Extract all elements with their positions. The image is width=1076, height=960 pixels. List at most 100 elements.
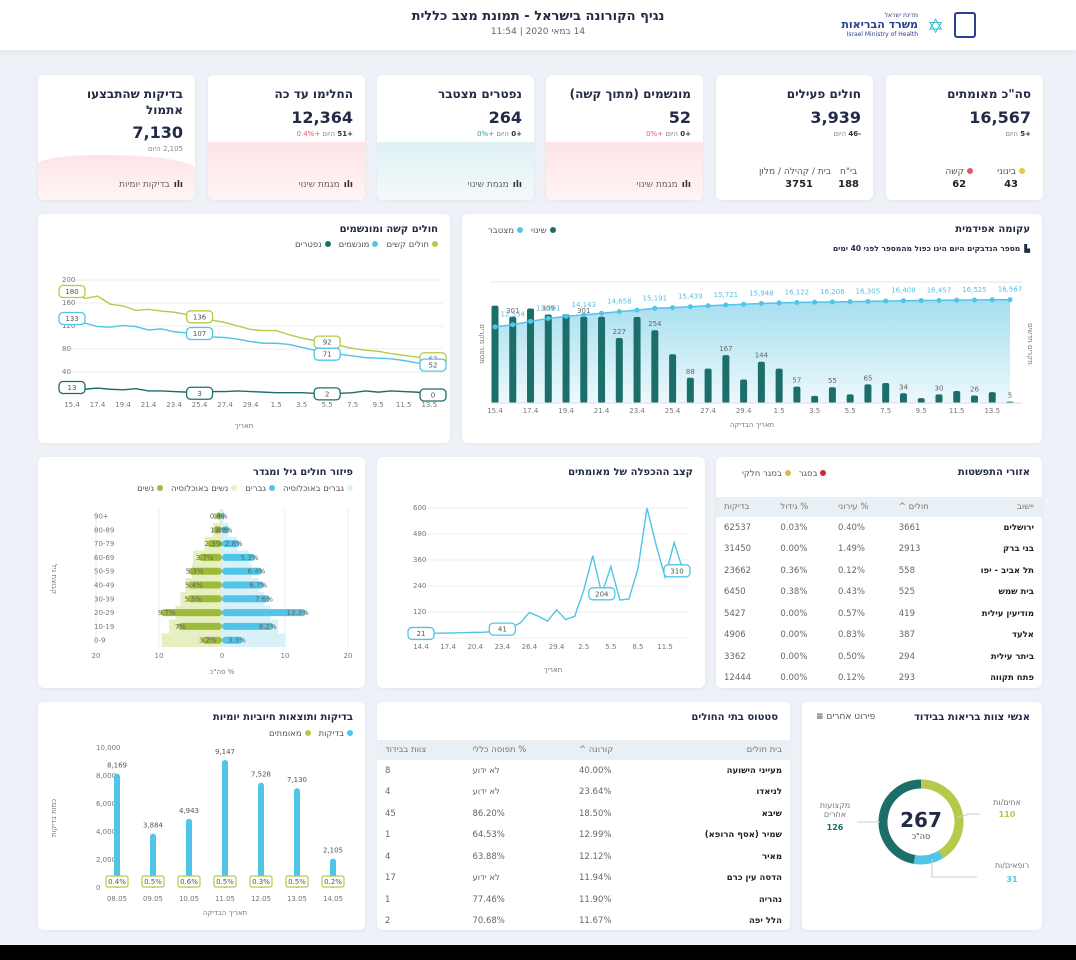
stat-card-tests[interactable]: בדיקות שהתבצעו אתמול 7,130 2,105 היום ıl…: [38, 75, 195, 200]
table-cell: 1: [385, 830, 391, 841]
cumulative-point: [634, 307, 640, 313]
slice-value: 126: [827, 823, 844, 832]
x-tick: 14.4: [413, 643, 429, 651]
header: נגיף הקורונה בישראל - תמונת מצב כללית 14…: [0, 0, 1076, 50]
age-group-label: +90: [94, 513, 109, 521]
stat-change: +0 היום +0%: [477, 130, 522, 138]
table-row[interactable]: בית שמש 525 0.43% 0.38% 6450: [716, 582, 1042, 604]
column-header[interactable]: צוות בבידוד: [377, 740, 465, 760]
x-tick: 19.4: [558, 407, 574, 415]
women-label: 7%: [175, 623, 186, 631]
table-row[interactable]: תל אביב - יפו 558 0.12% 0.36% 23662: [716, 560, 1042, 582]
men-label: 0.4%: [210, 513, 228, 521]
column-header[interactable]: בית חולים: [647, 740, 790, 760]
table-cell: 2913: [898, 544, 921, 555]
x-tick: 17.4: [440, 643, 456, 651]
point-label: 41: [498, 626, 507, 634]
women-label: 3.2%: [199, 637, 217, 645]
table-row[interactable]: נהריה 11.90% 77.46% 1: [377, 889, 790, 911]
trend-link[interactable]: ılıמגמת שינוי: [468, 180, 522, 190]
cumulative-label: 15,191: [643, 294, 668, 302]
stat-value: 264: [488, 108, 522, 127]
stat-card-deceased[interactable]: נפטרים מצטבר 264 +0 היום +0% ılıמגמת שינ…: [377, 75, 534, 200]
trend-link[interactable]: ılıמגמת שינוי: [299, 180, 353, 190]
bar-value-label: 4,943: [179, 807, 199, 815]
stat-card-confirmed[interactable]: סה"כ מאומתים 16,567 +5 היום בינוני 43 קשה…: [886, 75, 1043, 200]
column-header[interactable]: בדיקות: [716, 497, 773, 517]
trend-link[interactable]: ılıמגמת שינוי: [637, 180, 691, 190]
table-cell: 18.50%: [579, 808, 612, 819]
cumulative-label: 16,567: [998, 286, 1023, 294]
stat-title: מונשמים (מתוך קשה): [569, 87, 691, 101]
x-tick: 15.4: [64, 401, 80, 409]
daily-tests-card: בדיקות ותוצאות חיוביות יומיות בדיקותמאומ…: [38, 702, 365, 930]
staff-isolation-card: אנשי צוות בריאות בבידוד פירוט אחרים ≡ 26…: [802, 702, 1042, 930]
table-cell: 23.64%: [579, 787, 612, 798]
column-header[interactable]: יישוב: [951, 497, 1042, 517]
doubling-line: [420, 507, 684, 635]
bar-1.5: [775, 368, 783, 403]
x-tick: 17.4: [90, 401, 106, 409]
cumulative-point: [989, 297, 995, 303]
bar-28.4: [722, 355, 730, 403]
cumulative-point: [865, 298, 871, 304]
table-row[interactable]: מעייני הישועה 40.00% לא ידוע 8: [377, 760, 790, 782]
table-cell: מעייני הישועה: [726, 765, 782, 776]
table-row[interactable]: הלל יפה 11.67% 70.68% 2: [377, 911, 790, 931]
stat-card-recovered[interactable]: החלימו עד כה 12,364 +51 היום +0.4% ılıמג…: [208, 75, 365, 200]
x-tick: 26.4: [522, 643, 538, 651]
stat-sub-hospital: בי"ח 188: [838, 167, 859, 190]
cumulative-point: [971, 297, 977, 303]
leader-line: [931, 859, 977, 878]
column-header[interactable]: קורונה ^: [571, 740, 648, 760]
table-header-row: בית חולים קורונה ^% תפוסה כללי צוות בבידוד: [377, 740, 790, 760]
bar-3.5: [811, 395, 819, 403]
table-row[interactable]: שמיר (אסף הרופא) 12.99% 64.53% 1: [377, 825, 790, 847]
table-row[interactable]: לניאדו 23.64% לא ידוע 4: [377, 782, 790, 804]
table-row[interactable]: מאיר 12.12% 63.88% 4: [377, 846, 790, 868]
cumulative-point: [563, 313, 569, 319]
men-label: 2.8%: [225, 540, 243, 548]
stat-card-ventilated[interactable]: מונשמים (מתוך קשה) 52 +0 היום +0% ılıמגמ…: [546, 75, 703, 200]
stat-card-active[interactable]: חולים פעילים 3,939 -46 היום בי"ח 188 בית …: [716, 75, 873, 200]
table-row[interactable]: ביתר עילית 294 0.50% 0.00% 3362: [716, 646, 1042, 668]
table-row[interactable]: פתח תקווה 293 0.12% 0.00% 12444: [716, 668, 1042, 689]
test-bar: [222, 759, 228, 888]
table-cell: תל אביב - יפו: [980, 565, 1034, 576]
table-title: סטטוס בתי החולים: [691, 712, 778, 723]
column-header[interactable]: % גידול: [772, 497, 830, 517]
table-cell: 3362: [724, 651, 746, 662]
point-label: 107: [193, 330, 206, 338]
cumulative-point: [599, 310, 605, 316]
y-tick: 4,000: [96, 828, 116, 836]
table-row[interactable]: מודיעין עילית 419 0.57% 0.00% 5427: [716, 603, 1042, 625]
bottom-bar: [0, 945, 1076, 960]
table-row[interactable]: בני ברק 2913 1.49% 0.00% 31450: [716, 539, 1042, 561]
x-tick: 11.5: [657, 643, 673, 651]
cumulative-point: [812, 299, 818, 305]
point-label: 71: [323, 351, 332, 359]
table-row[interactable]: שיבא 18.50% 86.20% 45: [377, 803, 790, 825]
table-cell: לא ידוע: [472, 787, 500, 798]
column-header[interactable]: % תפוסה כללי: [464, 740, 572, 760]
bar-label: 30: [935, 384, 944, 392]
column-header[interactable]: חולים ^: [890, 497, 952, 517]
point-label: 133: [65, 315, 78, 323]
x-tick: 29.4: [243, 401, 259, 409]
column-header[interactable]: % עירוני: [829, 497, 891, 517]
trend-link[interactable]: ılıבדיקות יומיות: [119, 180, 183, 190]
x-tick: 29.4: [549, 643, 565, 651]
cumulative-label: 16,457: [927, 286, 952, 294]
table-row[interactable]: הדסה עין כרם 11.94% לא ידוע 17: [377, 868, 790, 890]
table-row[interactable]: אלעד 387 0.83% 0.00% 4906: [716, 625, 1042, 647]
table-row[interactable]: ירושלים 3661 0.40% 0.03% 62537: [716, 517, 1042, 539]
x-tick: 7.5: [347, 401, 358, 409]
y-tick: 600: [413, 504, 426, 512]
x-tick: 1.5: [774, 407, 785, 415]
bar-value-label: 7,130: [287, 776, 307, 784]
x-tick: 15.4: [487, 407, 503, 415]
bar-11.5: [953, 390, 961, 403]
point-label: 136: [193, 313, 207, 321]
cumulative-point: [794, 299, 800, 305]
ministry-logo[interactable]: ✡ מדינת ישראל משרד הבריאות Israel Minist…: [836, 12, 976, 40]
